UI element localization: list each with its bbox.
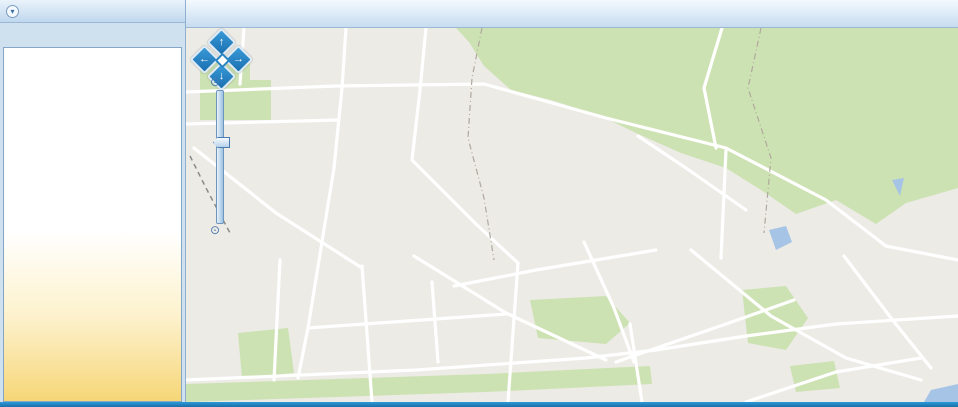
map-toolbar <box>186 0 958 28</box>
map-canvas[interactable]: ↑ ← → ↓ ⊙ ⊙ <box>186 28 958 402</box>
gis-application-window: ▾ <box>0 0 958 407</box>
zoom-slider[interactable] <box>216 90 224 224</box>
zoom-slider-bottom-icon[interactable]: ⊙ <box>210 224 220 236</box>
zoom-slider-top-icon[interactable]: ⊙ <box>210 76 220 88</box>
map-basemap <box>186 28 958 402</box>
layer-control-panel <box>3 47 182 402</box>
collapse-icon[interactable]: ▾ <box>6 5 19 18</box>
bottom-status-bar <box>0 402 958 407</box>
map-browse-panel-header[interactable]: ▾ <box>0 0 185 23</box>
zoom-slider-handle[interactable] <box>213 137 230 148</box>
sidebar: ▾ <box>0 0 186 402</box>
sidebar-tabs <box>0 23 185 47</box>
